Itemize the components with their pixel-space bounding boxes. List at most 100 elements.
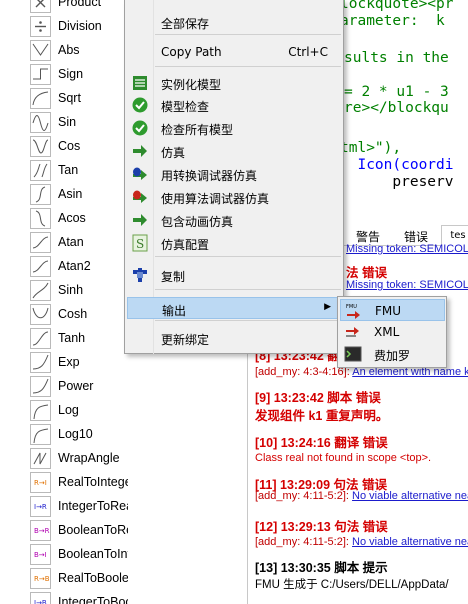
component-item-label: Tan (58, 163, 79, 177)
integer-to-boolean-icon: I→B (30, 592, 51, 604)
menu-item[interactable]: 更新绑定 (127, 327, 342, 349)
component-item[interactable]: WrapAngle (0, 447, 128, 471)
submenu-arrow-icon: ▶ (324, 302, 331, 312)
component-item-label: Tanh (58, 331, 86, 345)
component-item[interactable]: Acos (0, 207, 128, 231)
message-body: 发现组件 k1 重复声明。 (255, 409, 389, 423)
component-item[interactable]: Division (0, 15, 128, 39)
duplicate-icon (131, 266, 149, 284)
simulate-arrow-icon (131, 142, 149, 160)
component-item[interactable]: Abs (0, 39, 128, 63)
submenu-item[interactable]: FMU FMU (340, 299, 445, 321)
message-body[interactable]: Missing token: SEMICOLO (346, 279, 468, 291)
wrap-angle-icon (30, 448, 51, 469)
sign-icon (30, 64, 51, 85)
message-body[interactable]: [add_my: 4:11-5:2]: No viable alternativ… (255, 536, 468, 548)
menu-item[interactable]: 使用算法调试器仿真 (127, 186, 342, 208)
component-item[interactable]: R→I RealToInteger (0, 471, 128, 495)
acos-icon (30, 208, 51, 229)
component-item-label: Product (58, 0, 102, 9)
code-line: Icon(coordi (340, 157, 454, 173)
menu-item[interactable]: 输出 ▶ (127, 297, 342, 319)
message-header: [9] 13:23:42 脚本 错误 (255, 391, 381, 405)
component-item-label: RealToBoolean (58, 571, 128, 585)
component-item[interactable]: Atan2 (0, 255, 128, 279)
svg-text:B→I: B→I (34, 551, 47, 559)
menu-item-label: 用转换调试器仿真 (161, 169, 258, 183)
component-item[interactable]: Cos (0, 135, 128, 159)
component-item[interactable]: Power (0, 375, 128, 399)
asin-icon (30, 184, 51, 205)
menu-item-label: 实例化模型 (161, 78, 222, 92)
component-item[interactable]: Product (0, 0, 128, 15)
menu-item[interactable]: 包含动画仿真 (127, 209, 342, 231)
menu-item-label: 全部保存 (161, 17, 210, 31)
submenu-item[interactable]: XML (340, 321, 445, 343)
component-item-label: Sign (58, 67, 84, 81)
component-item-label: Atan2 (58, 259, 91, 273)
component-item[interactable]: Log (0, 399, 128, 423)
menu-item-label: 检查所有模型 (161, 123, 234, 137)
message-body[interactable]: [add_my: 4:11-5:2]: No viable alternativ… (255, 490, 468, 502)
component-item[interactable]: Log10 (0, 423, 128, 447)
component-item[interactable]: R→B RealToBoolean (0, 567, 128, 591)
menu-item-label: 输出 (162, 304, 187, 318)
division-icon (30, 16, 51, 37)
menu-item[interactable]: Copy Path Ctrl+C (127, 41, 342, 63)
component-item[interactable]: Asin (0, 183, 128, 207)
message-body[interactable]: Missing token: SEMICOLU (346, 243, 468, 255)
component-item[interactable]: B→R BooleanToReal (0, 519, 128, 543)
submenu-item[interactable]: 费加罗 (340, 343, 445, 365)
menu-item[interactable]: 仿真 (127, 140, 342, 162)
sin-icon (30, 112, 51, 133)
component-item-label: WrapAngle (58, 451, 120, 465)
tanh-icon (30, 328, 51, 349)
component-item[interactable]: Exp (0, 351, 128, 375)
context-menu: 全部保存 Copy Path Ctrl+C 实例化模型模型检查检查所有模型仿真用转换调… (124, 0, 344, 354)
menu-item-label: 模型检查 (161, 100, 210, 114)
menu-item[interactable]: 模型检查 (127, 94, 342, 116)
submenu-item-label: FMU (375, 304, 402, 318)
sinh-icon (30, 280, 51, 301)
svg-text:FMU: FMU (346, 304, 357, 310)
component-item[interactable]: I→B IntegerToBoolean (0, 591, 128, 604)
real-to-integer-icon: R→I (30, 472, 51, 493)
component-library-list: Product Division Abs Sign Sqrt Sin Cos Tan Asin A… (0, 0, 128, 604)
component-item[interactable]: Sin (0, 111, 128, 135)
component-item[interactable]: Sqrt (0, 87, 128, 111)
message-body: FMU 生成于 C:/Users/DELL/AppData/ (255, 579, 449, 591)
boolean-to-real-icon: B→R (30, 520, 51, 541)
boolean-to-integer-icon: B→I (30, 544, 51, 565)
product-icon (30, 0, 51, 13)
component-item[interactable]: Sign (0, 63, 128, 87)
component-item[interactable]: B→I BooleanToInteger (0, 543, 128, 567)
component-item-label: Division (58, 19, 102, 33)
instantiate-model-icon (131, 74, 149, 92)
component-item[interactable]: Cosh (0, 303, 128, 327)
menu-item[interactable]: 用转换调试器仿真 (127, 163, 342, 185)
component-item[interactable]: Atan (0, 231, 128, 255)
component-item[interactable]: Tan (0, 159, 128, 183)
algorithm-debugger-icon (131, 188, 149, 206)
message-header: [12] 13:29:13 句法 错误 (255, 520, 388, 534)
menu-item[interactable]: S 仿真配置 (127, 232, 342, 254)
svg-text:B→R: B→R (34, 527, 50, 535)
menu-item[interactable]: 实例化模型 (127, 72, 342, 94)
cos-icon (30, 136, 51, 157)
real-to-boolean-icon: R→B (30, 568, 51, 589)
menu-separator (155, 34, 341, 35)
component-item[interactable]: Tanh (0, 327, 128, 351)
simulation-setup-icon: S (131, 234, 149, 252)
component-item[interactable]: Sinh (0, 279, 128, 303)
menu-item-shortcut: Ctrl+C (288, 45, 328, 59)
component-item-label: Sqrt (58, 91, 81, 105)
menu-item[interactable]: 复制 (127, 264, 342, 286)
component-item[interactable]: I→R IntegerToReal (0, 495, 128, 519)
svg-text:I→R: I→R (34, 503, 47, 511)
svg-text:R→I: R→I (34, 479, 47, 487)
svg-text:I→B: I→B (34, 599, 47, 604)
menu-item[interactable]: 全部保存 (127, 11, 342, 33)
menu-item[interactable]: 检查所有模型 (127, 117, 342, 139)
menu-separator (155, 66, 341, 67)
code-line: arameter: k (340, 13, 445, 29)
